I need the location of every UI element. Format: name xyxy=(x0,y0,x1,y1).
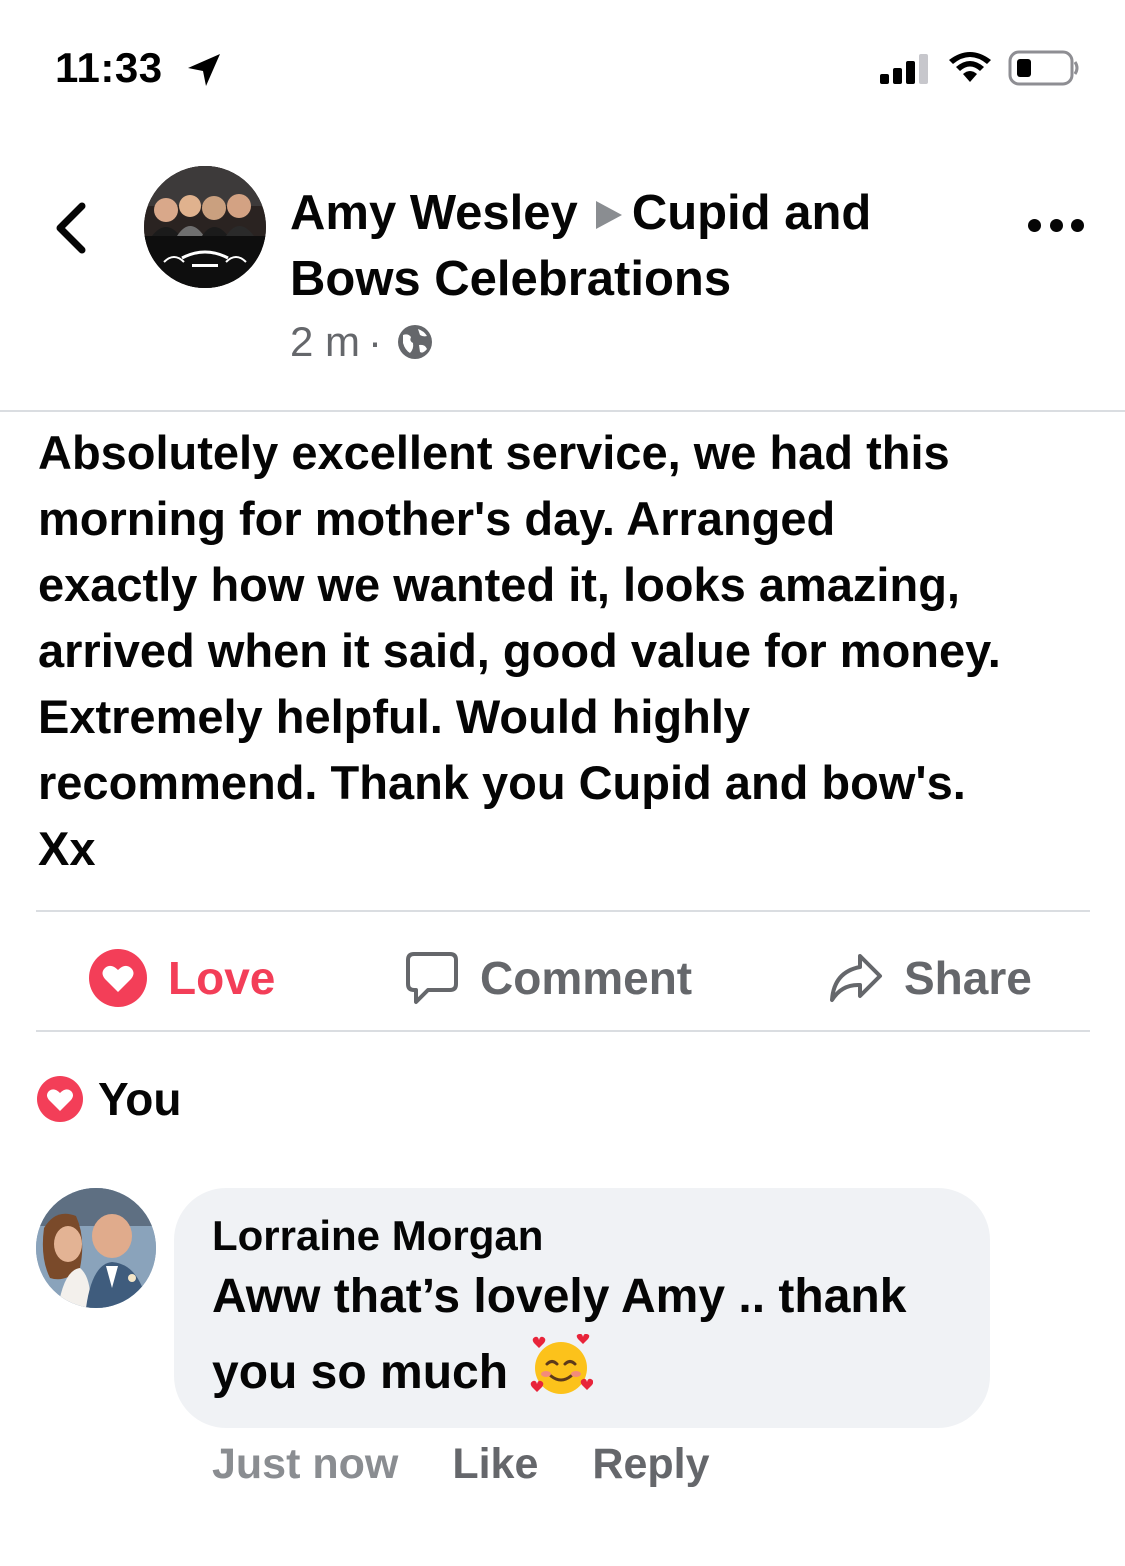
comment-text-block: Aww that’s lovely Amy .. thank you so mu… xyxy=(212,1260,972,1410)
post-text: Absolutely excellent service, we had thi… xyxy=(38,426,1001,875)
status-bar: 11:33 xyxy=(0,0,1125,140)
share-arrow-icon xyxy=(830,954,882,1002)
wifi-icon xyxy=(949,52,991,82)
header-divider xyxy=(0,410,1125,412)
comment-icon xyxy=(406,952,458,1004)
arrow-right-icon xyxy=(595,201,622,230)
share-button[interactable]: Share xyxy=(828,946,1032,1010)
avatar-photo xyxy=(144,166,266,288)
back-chevron-icon[interactable] xyxy=(48,200,92,256)
post-meta: 2 m · xyxy=(290,318,434,366)
love-reaction-icon xyxy=(89,949,147,1007)
comment-label: Comment xyxy=(480,952,693,1004)
love-label: Love xyxy=(168,952,276,1004)
reactions-summary[interactable]: You xyxy=(36,1072,181,1126)
share-label: Share xyxy=(904,952,1032,1004)
post-header-title[interactable]: Amy Wesley Cupid and Bows Celebrations xyxy=(290,180,990,312)
comment-time: Just now xyxy=(212,1440,399,1488)
reactions-label: You xyxy=(98,1073,182,1125)
more-options-icon[interactable] xyxy=(1028,210,1084,240)
meta-separator: · xyxy=(368,318,383,365)
comment-like-button[interactable]: Like xyxy=(452,1440,538,1489)
battery-icon xyxy=(1008,50,1079,86)
actions-top-divider xyxy=(36,910,1090,912)
comment-reply-button[interactable]: Reply xyxy=(592,1440,709,1489)
cellular-signal-icon xyxy=(880,54,928,84)
location-arrow-icon xyxy=(188,54,220,86)
avatar-photo xyxy=(36,1188,156,1308)
actions-bottom-divider xyxy=(36,1030,1090,1032)
love-reaction-icon xyxy=(37,1076,83,1122)
smiling-face-with-hearts-icon xyxy=(531,1334,594,1394)
comment-author[interactable]: Lorraine Morgan xyxy=(212,1212,543,1260)
author-name[interactable]: Amy Wesley xyxy=(290,186,578,240)
love-button[interactable]: Love xyxy=(88,946,275,1010)
post-time: 2 m xyxy=(290,318,361,365)
comment-actions: Just now Like Reply xyxy=(212,1440,710,1489)
globe-icon xyxy=(398,325,433,359)
author-avatar[interactable] xyxy=(144,166,266,288)
status-time: 11:33 xyxy=(55,44,163,91)
comment-button[interactable]: Comment xyxy=(404,946,692,1010)
commenter-avatar[interactable] xyxy=(36,1188,156,1308)
